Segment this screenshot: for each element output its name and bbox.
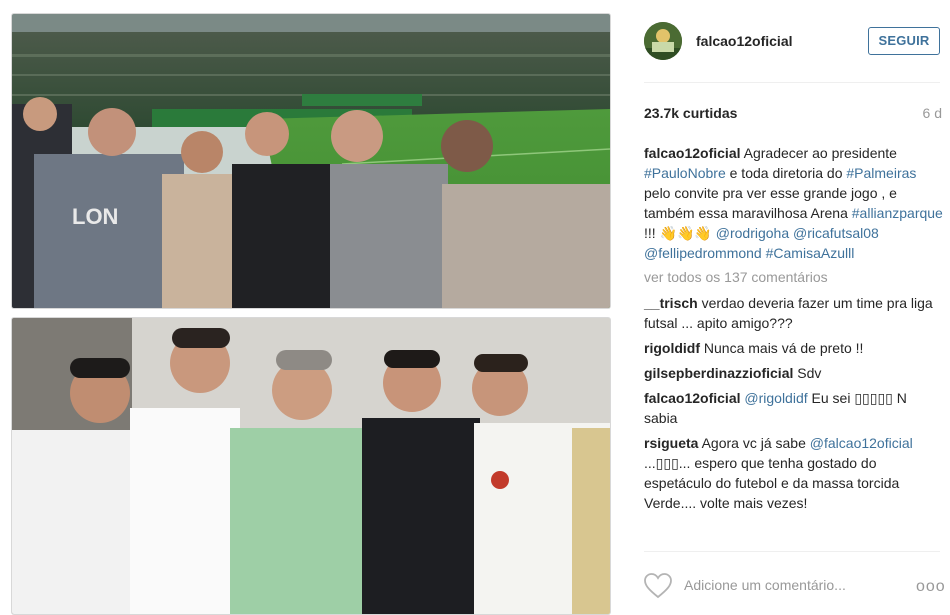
username-link[interactable]: falcao12oficial [696,33,793,49]
comment-text: Agora vc já sabe [701,435,806,451]
more-options-icon[interactable]: ooo [916,578,946,596]
post-header: falcao12oficial SEGUIR [620,0,950,82]
comment-username[interactable]: rsigueta [644,435,698,451]
caption-text-1: Agradecer ao presidente [743,145,897,161]
svg-text:LON: LON [72,204,118,229]
heart-icon[interactable] [644,573,672,599]
comment-item: rsigueta Agora vc já sabe @falcao12ofici… [644,433,944,513]
add-comment-input[interactable]: Adicione um comentário... [684,577,846,593]
view-all-comments-link[interactable]: ver todos os 137 comentários [644,267,944,287]
post-media: LON [0,0,620,615]
comment-username[interactable]: rigoldidf [644,340,700,356]
mention-rodrigoha[interactable]: @rodrigoha [716,225,789,241]
mention-ricafutsal08[interactable]: @ricafutsal08 [793,225,879,241]
comment-item: falcao12oficial @rigoldidf Eu sei ▯▯▯▯▯ … [644,388,944,428]
caption-text-4: !!! 👋👋👋 [644,225,716,241]
comment-mention[interactable]: @rigoldidf [744,390,807,406]
hashtag-paulonobre[interactable]: #PauloNobre [644,165,726,181]
hashtag-allianzparque[interactable]: #allianzparque [852,205,943,221]
hashtag-palmeiras[interactable]: #Palmeiras [846,165,916,181]
group-image [12,318,610,614]
avatar-image [644,22,682,60]
divider [644,551,940,552]
photo-group[interactable] [12,318,610,614]
comment-username[interactable]: falcao12oficial [644,390,741,406]
photo-stadium[interactable]: LON [12,14,610,308]
comment-item: __trisch verdao deveria fazer um time pr… [644,293,944,333]
post-sidebar: falcao12oficial SEGUIR 23.7k curtidas 6 … [620,0,950,615]
comment-text-continued: ...▯▯▯... espero que tenha gostado do es… [644,455,900,511]
post-time[interactable]: 6 d [923,105,942,121]
comment-text: Nunca mais vá de preto !! [703,340,864,356]
heart-icon-svg [644,573,672,599]
stadium-image: LON [12,14,610,308]
comment-text: Sdv [797,365,822,381]
caption-username[interactable]: falcao12oficial [644,145,741,161]
comment-item: gilsepberdinazzioficial Sdv [644,363,944,383]
comment-item: rigoldidf Nunca mais vá de preto !! [644,338,944,358]
avatar[interactable] [644,22,682,60]
comment-username[interactable]: __trisch [644,295,698,311]
comments-section: falcao12oficial Agradecer ao presidente … [644,143,944,518]
comment-username[interactable]: gilsepberdinazzioficial [644,365,793,381]
comment-mention[interactable]: @falcao12oficial [810,435,913,451]
follow-button[interactable]: SEGUIR [868,27,940,55]
caption-text-2: e toda diretoria do [725,165,843,181]
like-count[interactable]: 23.7k curtidas [644,105,737,121]
post-caption: falcao12oficial Agradecer ao presidente … [644,143,944,263]
mention-fellipedrommond[interactable]: @fellipedrommond [644,245,762,261]
hashtag-camisaazulll[interactable]: #CamisaAzulll [766,245,855,261]
divider [644,82,940,83]
